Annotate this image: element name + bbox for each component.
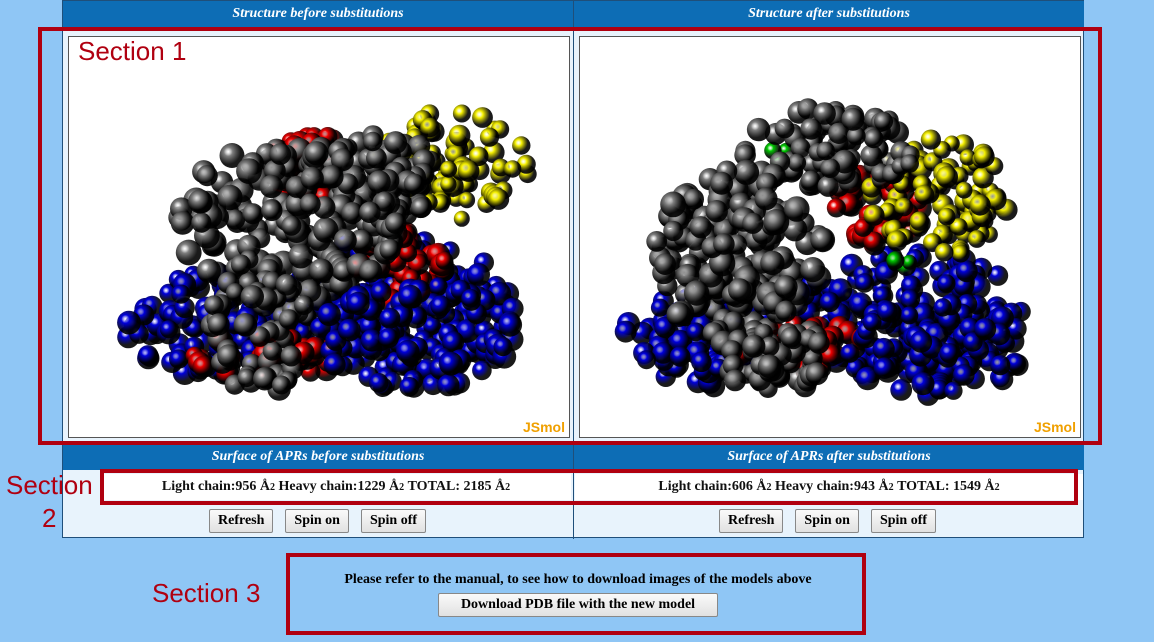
section-2-label: Section: [6, 470, 93, 500]
section-1-label: Section 1: [78, 36, 187, 66]
controls-before: Refresh Spin on Spin off: [209, 509, 427, 535]
header-surface-after: Surface of APRs after substitutions: [574, 444, 1084, 470]
jsmol-logo: JSmol: [1033, 419, 1076, 435]
spin-on-button[interactable]: Spin on: [285, 509, 349, 533]
section-3-label: Section 3: [152, 578, 261, 608]
spin-off-button[interactable]: Spin off: [870, 509, 937, 533]
download-pdb-button[interactable]: Download PDB file with the new model: [438, 593, 718, 617]
molecule-before-image[interactable]: [69, 37, 570, 438]
header-surface-before: Surface of APRs before substitutions: [63, 444, 573, 470]
refresh-button[interactable]: Refresh: [719, 509, 784, 533]
spin-on-button[interactable]: Spin on: [795, 509, 859, 533]
controls-after: Refresh Spin on Spin off: [719, 509, 937, 535]
header-before: Structure before substitutions: [63, 1, 573, 27]
viewer-before[interactable]: JSmol: [68, 36, 570, 438]
spin-off-button[interactable]: Spin off: [360, 509, 427, 533]
jsmol-logo: JSmol: [522, 419, 565, 435]
results-panel: Structure before substitutions Structure…: [62, 0, 1084, 539]
molecule-after-image[interactable]: [580, 37, 1081, 438]
surface-after-values: Light chain: 606 Å2 Heavy chain: 943 Å2 TO…: [575, 474, 1083, 500]
surface-before-values: Light chain: 956 Å2 Heavy chain: 1229 Å2 T…: [101, 474, 571, 500]
download-note: Please refer to the manual, to see how t…: [344, 572, 812, 587]
section-2-number: 2: [42, 503, 57, 533]
viewer-after[interactable]: JSmol: [579, 36, 1081, 438]
header-after: Structure after substitutions: [574, 1, 1084, 27]
refresh-button[interactable]: Refresh: [209, 509, 274, 533]
